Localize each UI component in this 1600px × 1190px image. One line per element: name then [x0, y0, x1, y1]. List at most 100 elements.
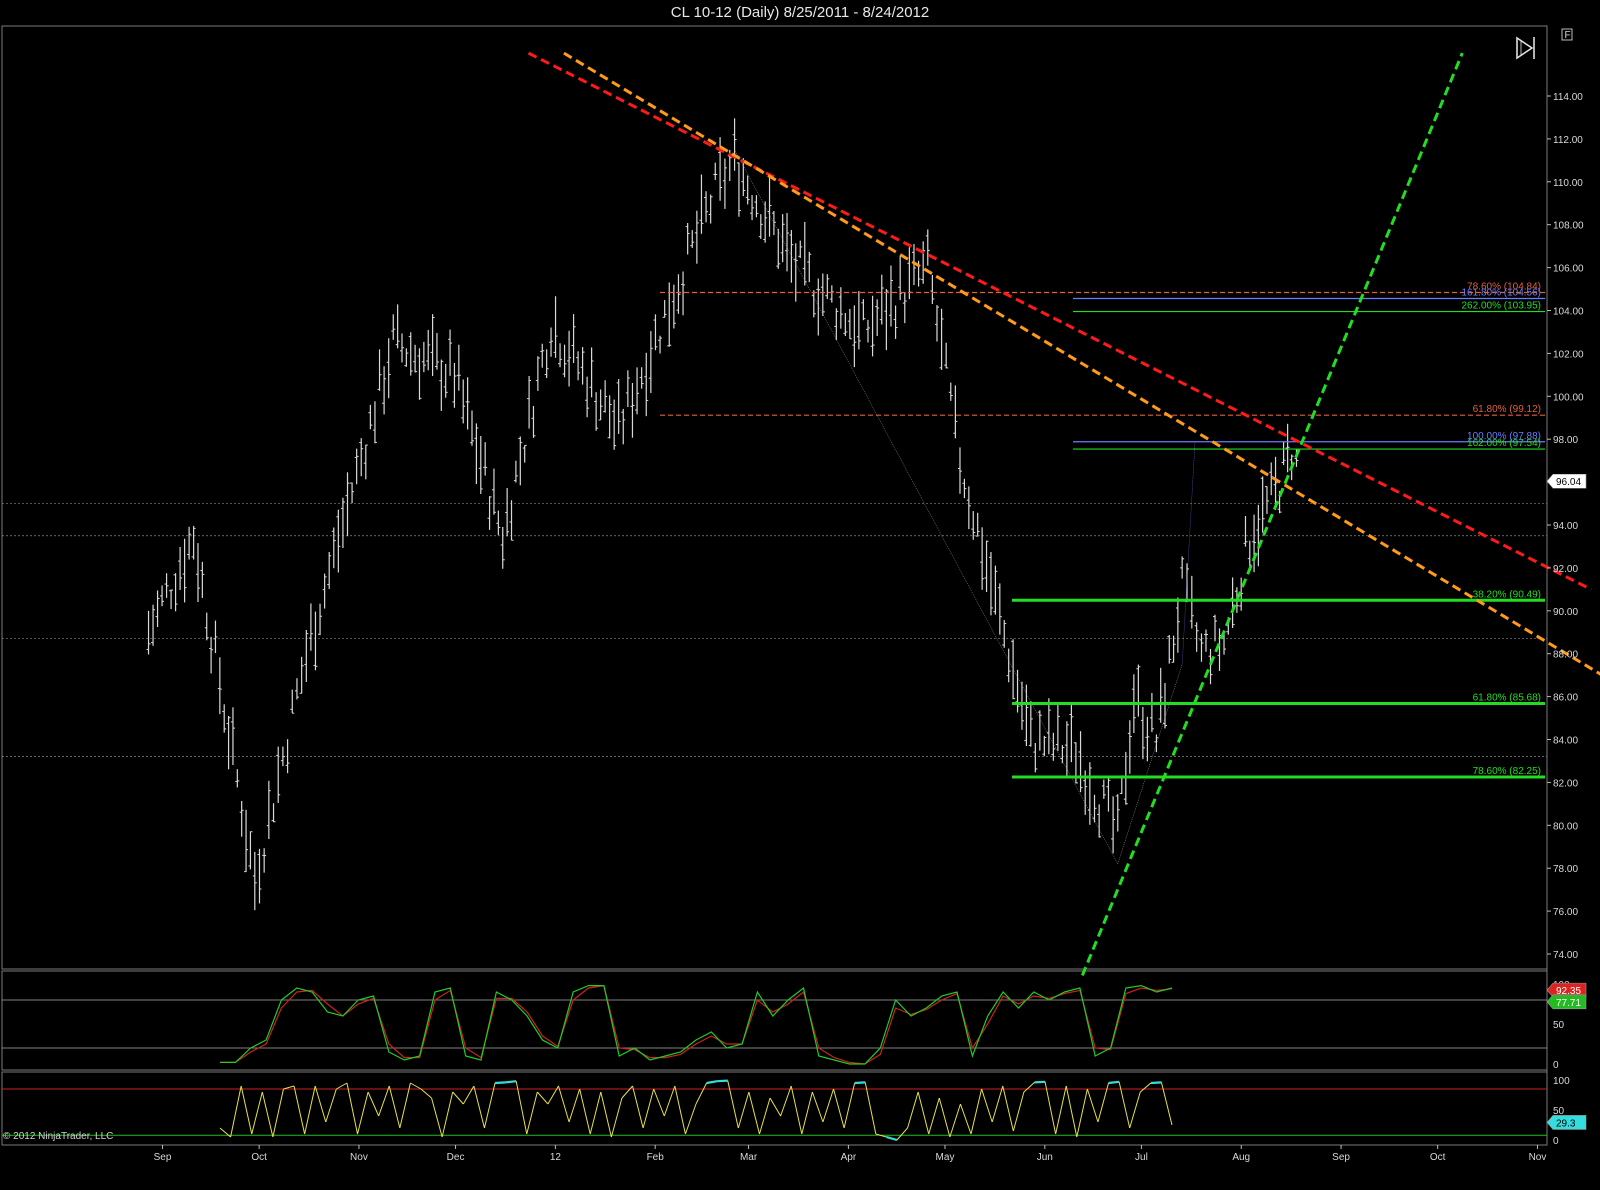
oscillator-panel-frame [1, 1071, 1548, 1146]
oscillator-segment [801, 1091, 813, 1135]
price-axis-label: 108.00 [1553, 221, 1584, 232]
oscillator-segment [886, 1135, 898, 1142]
oscillator-segment [854, 1081, 866, 1085]
time-axis-label: Aug [1232, 1152, 1250, 1163]
time-axis-label: Sep [1332, 1152, 1350, 1163]
oscillator-axis-label: 100 [1553, 1076, 1570, 1087]
price-axis-label: 102.00 [1553, 349, 1584, 360]
oscillator-segment [378, 1085, 390, 1117]
oscillator-segment [896, 1127, 908, 1141]
oscillator-segment [695, 1082, 708, 1105]
oscillator-segment [748, 1091, 760, 1135]
oscillator-segment [304, 1085, 316, 1135]
time-axis-label: Apr [841, 1152, 857, 1163]
fib-level-label: 162.00% (97.54) [1467, 438, 1541, 449]
stochastic-panel-frame [1, 970, 1548, 1071]
oscillator-segment [452, 1091, 464, 1105]
time-axis-label: Mar [740, 1152, 758, 1163]
fib-level-label: 161.80% (104.56) [1461, 287, 1541, 298]
oscillator-segment [473, 1085, 485, 1129]
fib-level-label: 61.80% (85.68) [1473, 692, 1541, 703]
time-axis-label: Oct [251, 1152, 267, 1163]
oscillator-segment [928, 1097, 940, 1135]
scroll-to-end-icon[interactable] [1516, 36, 1535, 60]
oscillator-segment [494, 1081, 506, 1085]
oscillator-segment [632, 1085, 644, 1129]
oscillator-segment [621, 1085, 633, 1099]
oscillator-segment [1002, 1085, 1014, 1132]
oscillator-segment [1150, 1081, 1162, 1085]
oscillator-segment [505, 1080, 517, 1084]
oscillator-segment [706, 1080, 718, 1085]
time-axis-label: Nov [350, 1152, 368, 1163]
stochastic-d-badge-text: 77.71 [1556, 998, 1581, 1009]
oscillator-segment [272, 1088, 284, 1138]
time-axis-label: 12 [550, 1152, 562, 1163]
green-trendline [1080, 52, 1464, 977]
oscillator-segment [600, 1091, 612, 1138]
fib-level-label: 38.20% (90.49) [1473, 589, 1541, 600]
oscillator-segment [1086, 1088, 1099, 1123]
price-axis-label: 104.00 [1553, 307, 1584, 318]
fib-swing-line [1117, 664, 1183, 864]
price-panel-frame [1, 25, 1548, 970]
oscillator-segment [1034, 1080, 1046, 1084]
oscillator-segment [907, 1091, 919, 1129]
price-axis-label: 86.00 [1553, 693, 1578, 704]
oscillator-segment [790, 1085, 803, 1135]
oscillator-segment [769, 1097, 782, 1117]
oscillator-segment [399, 1082, 411, 1129]
oscillator-segment [325, 1088, 337, 1123]
oscillator-segment [589, 1091, 602, 1135]
oscillator-segment [410, 1082, 422, 1090]
oscillator-segment [1065, 1085, 1078, 1138]
oscillator-segment [1012, 1091, 1025, 1132]
price-axis-label: 78.00 [1553, 864, 1578, 875]
oscillator-segment [293, 1085, 306, 1135]
price-axis-label: 114.00 [1553, 92, 1583, 103]
oscillator-segment [970, 1088, 983, 1135]
price-axis-label: 74.00 [1553, 950, 1578, 961]
fib-level-label: 78.60% (82.25) [1473, 766, 1541, 777]
oscillator-segment [420, 1088, 432, 1099]
oscillator-segment [1076, 1088, 1088, 1138]
price-axis-label: 92.00 [1553, 564, 1578, 575]
time-axis-label: Jul [1135, 1152, 1148, 1163]
oscillator-segment [610, 1097, 623, 1138]
oscillator-segment [240, 1085, 253, 1135]
copyright-text: © 2012 NinjaTrader, LLC [3, 1131, 114, 1142]
oscillator-segment [642, 1088, 655, 1129]
stochastic-k-line [220, 984, 1173, 1065]
oscillator-segment [558, 1085, 570, 1123]
oscillator-segment [959, 1103, 972, 1135]
oscillator-segment [336, 1082, 348, 1090]
price-axis-label: 76.00 [1553, 907, 1578, 918]
oscillator-segment [684, 1103, 697, 1135]
oscillator-segment [357, 1091, 369, 1135]
oscillator-segment [1055, 1085, 1067, 1135]
time-axis-label: Sep [154, 1152, 172, 1163]
oscillator-badge-text: 29.3 [1556, 1118, 1576, 1129]
f-button[interactable]: F [1561, 28, 1573, 41]
oscillator-segment [526, 1091, 538, 1135]
price-axis-label: 100.00 [1553, 392, 1584, 403]
price-axis-label: 112.00 [1553, 135, 1583, 146]
oscillator-segment [261, 1091, 274, 1138]
oscillator-segment [949, 1103, 961, 1138]
oscillator-segment [346, 1082, 359, 1135]
oscillator-segment [727, 1080, 739, 1129]
oscillator-segment [843, 1082, 856, 1129]
time-axis-label: Dec [447, 1152, 465, 1163]
oscillator-segment [483, 1082, 496, 1129]
oscillator-segment [737, 1091, 750, 1129]
oscillator-segment [367, 1091, 380, 1117]
oscillator-segment [663, 1085, 676, 1117]
oscillator-segment [579, 1088, 591, 1135]
fib-level-label: 262.00% (103.95) [1461, 301, 1541, 312]
oscillator-segment [251, 1091, 263, 1135]
chart-canvas[interactable]: F 78.60% (104.84)161.80% (104.56)262.00%… [0, 0, 1600, 1190]
oscillator-segment [938, 1097, 951, 1138]
oscillator-segment [1044, 1081, 1057, 1135]
last-price-badge-text: 96.04 [1556, 477, 1581, 488]
oscillator-segment [314, 1085, 327, 1123]
